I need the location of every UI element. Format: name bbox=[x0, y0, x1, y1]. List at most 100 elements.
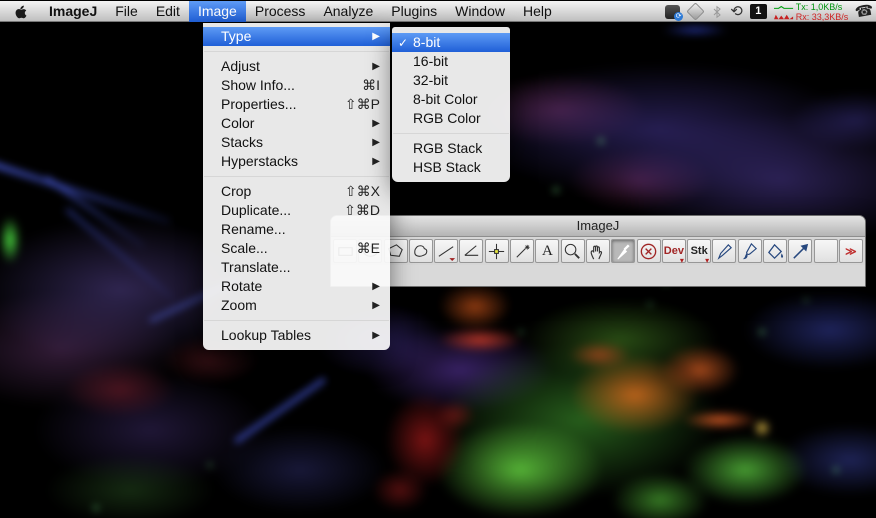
angle-tool-icon bbox=[464, 244, 479, 256]
menu-item-adjust[interactable]: Adjust ▶ bbox=[203, 57, 390, 76]
menu-item-label: Show Info... bbox=[221, 77, 295, 93]
menu-bar: ImageJ File Edit Image Process Analyze Plugins… bbox=[0, 0, 876, 22]
menu-separator bbox=[203, 171, 390, 182]
hand-tool[interactable] bbox=[585, 239, 610, 263]
network-monitor[interactable]: Tx: 1,0KB/s Rx: 33,3KB/s bbox=[773, 1, 848, 22]
wand-tool[interactable] bbox=[510, 239, 535, 263]
menubar-item-window[interactable]: Window bbox=[446, 1, 514, 22]
menu-item-label: 8-bit bbox=[413, 34, 441, 50]
menu-item-label: Lookup Tables bbox=[221, 327, 312, 343]
fill-tool-icon bbox=[767, 243, 783, 259]
apple-menu[interactable] bbox=[12, 3, 32, 21]
dev-tool[interactable]: Dev ▾ bbox=[661, 239, 686, 265]
menubar-item-plugins[interactable]: Plugins bbox=[382, 1, 446, 22]
dropbox-icon[interactable]: ⟳ bbox=[665, 4, 684, 21]
menu-item-rotate[interactable]: Rotate ▶ bbox=[203, 277, 390, 296]
brush-tool-icon bbox=[743, 242, 758, 259]
menu-item-16-bit[interactable]: 16-bit bbox=[392, 52, 510, 71]
menu-item-label: Adjust bbox=[221, 58, 260, 74]
menubar-item-help[interactable]: Help bbox=[514, 1, 561, 22]
menubar-item-analyze[interactable]: Analyze bbox=[314, 1, 382, 22]
menubar-item-file[interactable]: File bbox=[106, 1, 147, 22]
imagej-window-title[interactable]: ImageJ bbox=[331, 216, 865, 237]
text-tool[interactable]: A bbox=[535, 239, 560, 263]
imagej-window[interactable]: ImageJ A Dev ▾ Stk ▾ ≫ bbox=[330, 215, 866, 287]
diamond-icon[interactable] bbox=[686, 2, 705, 21]
menu-item-duplicate[interactable]: Duplicate... ⇧⌘D bbox=[203, 201, 390, 220]
menu-item-label: Rotate bbox=[221, 278, 263, 294]
dropper-tool-icon bbox=[617, 243, 630, 260]
menu-separator bbox=[203, 46, 390, 57]
submenu-arrow-icon: ▶ bbox=[372, 156, 380, 167]
network-graph-icon bbox=[773, 5, 793, 19]
tx-label: Tx: bbox=[795, 1, 809, 12]
circle-x-tool[interactable] bbox=[636, 239, 661, 263]
blue-filament bbox=[65, 207, 175, 301]
fill-tool[interactable] bbox=[763, 239, 788, 263]
menu-item-crop[interactable]: Crop ⇧⌘X bbox=[203, 182, 390, 201]
brush-tool[interactable] bbox=[737, 239, 762, 263]
line-tool[interactable] bbox=[434, 239, 459, 263]
menu-item-color[interactable]: Color ▶ bbox=[203, 114, 390, 133]
bluetooth-icon[interactable] bbox=[711, 4, 723, 20]
menubar-status: ⟳ ⟲ 1 Tx: 1,0KB/s Rx: 33,3KB/s ☎ bbox=[665, 0, 876, 23]
point-tool[interactable] bbox=[484, 239, 509, 263]
empty-tool[interactable] bbox=[813, 239, 838, 263]
submenu-arrow-icon: ▶ bbox=[372, 137, 380, 148]
wand-tool-icon bbox=[515, 244, 530, 258]
menu-item-label: 16-bit bbox=[413, 53, 449, 69]
menu-item-label: 32-bit bbox=[413, 72, 449, 88]
stk-tool[interactable]: Stk ▾ bbox=[687, 239, 712, 265]
magnifier-tool[interactable] bbox=[560, 239, 585, 263]
menu-item-hsb-stack[interactable]: HSB Stack bbox=[392, 158, 510, 177]
menu-item-stacks[interactable]: Stacks ▶ bbox=[203, 133, 390, 152]
menu-item-rgb-color[interactable]: RGB Color bbox=[392, 109, 510, 128]
image-menu-panel: Type ▶ Adjust ▶ Show Info... ⌘I Properties... ⇧… bbox=[203, 23, 390, 350]
menu-item-label: Rename... bbox=[221, 221, 286, 237]
menu-item-8-bit[interactable]: ✓ 8-bit bbox=[392, 33, 510, 52]
imagej-status-bar bbox=[331, 265, 865, 286]
menu-item-zoom[interactable]: Zoom ▶ bbox=[203, 296, 390, 315]
menu-shortcut: ⇧⌘X bbox=[344, 183, 380, 199]
arrow-tool[interactable] bbox=[788, 239, 813, 263]
menu-item-label: Stacks bbox=[221, 134, 264, 150]
menu-item-lookup-tables[interactable]: Lookup Tables ▶ bbox=[203, 326, 390, 345]
rx-label: Rx: bbox=[795, 11, 810, 22]
time-machine-icon[interactable]: ⟲ bbox=[730, 1, 743, 22]
angle-tool[interactable] bbox=[459, 239, 484, 263]
menu-shortcut: ⌘I bbox=[362, 77, 380, 93]
menubar-item-image[interactable]: Image bbox=[188, 1, 246, 22]
pencil-tool[interactable] bbox=[712, 239, 737, 263]
menubar-item-edit[interactable]: Edit bbox=[147, 1, 189, 22]
menu-item-32-bit[interactable]: 32-bit bbox=[392, 71, 510, 90]
circle-x-tool-icon bbox=[640, 243, 657, 259]
menu-item-type[interactable]: Type ▶ bbox=[203, 27, 390, 46]
submenu-arrow-icon: ▶ bbox=[372, 118, 380, 129]
menu-item-rename[interactable]: Rename... bbox=[203, 220, 390, 239]
menu-item-rgb-stack[interactable]: RGB Stack bbox=[392, 139, 510, 158]
menu-item-8-bit-color[interactable]: 8-bit Color bbox=[392, 90, 510, 109]
more-tools[interactable]: ≫ bbox=[838, 239, 863, 263]
menubar-item-process[interactable]: Process bbox=[246, 1, 315, 22]
blue-filament bbox=[0, 160, 172, 225]
menu-separator bbox=[392, 128, 510, 139]
menu-item-label: Properties... bbox=[221, 96, 297, 112]
menu-item-hyperstacks[interactable]: Hyperstacks ▶ bbox=[203, 152, 390, 171]
spaces-badge[interactable]: 1 bbox=[749, 4, 767, 19]
menu-item-translate[interactable]: Translate... bbox=[203, 258, 390, 277]
menubar-item-imagej[interactable]: ImageJ bbox=[40, 1, 106, 22]
menu-item-label: Crop bbox=[221, 183, 252, 199]
point-tool-icon bbox=[489, 243, 505, 259]
menu-item-label: Hyperstacks bbox=[221, 153, 299, 169]
hand-tool-icon bbox=[591, 244, 603, 259]
pencil-tool-icon bbox=[717, 243, 732, 260]
menubar-items: ImageJ File Edit Image Process Analyze Plugins… bbox=[40, 1, 561, 22]
menu-item-show-info[interactable]: Show Info... ⌘I bbox=[203, 76, 390, 95]
menu-item-properties[interactable]: Properties... ⇧⌘P bbox=[203, 95, 390, 114]
menu-item-scale[interactable]: Scale... ⌘E bbox=[203, 239, 390, 258]
tx-value: 1,0KB/s bbox=[810, 1, 843, 12]
dropper-tool[interactable] bbox=[611, 239, 636, 263]
freehand-tool[interactable] bbox=[408, 239, 433, 263]
phone-icon[interactable]: ☎ bbox=[854, 0, 876, 23]
menu-item-label: Zoom bbox=[221, 297, 257, 313]
